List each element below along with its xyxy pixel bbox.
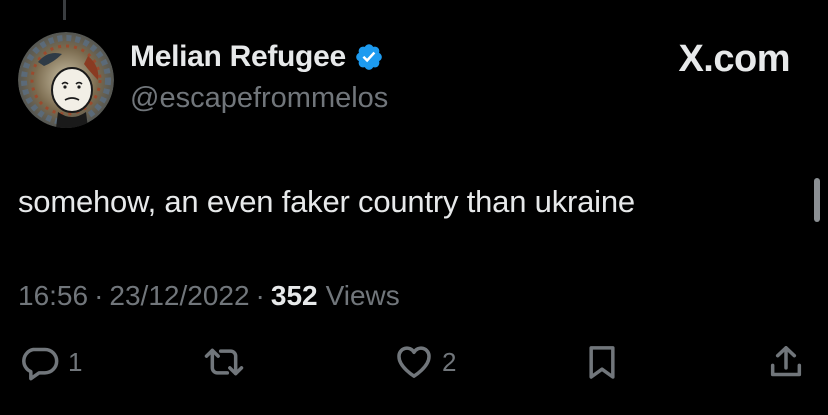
views-label: Views bbox=[325, 280, 400, 311]
views-count: 352 bbox=[270, 280, 318, 311]
bookmark-icon bbox=[582, 342, 622, 382]
share-icon bbox=[766, 342, 806, 382]
tweet-date[interactable]: 23/12/2022 bbox=[109, 280, 249, 312]
thread-connector-line bbox=[63, 0, 66, 20]
tweet-metadata: 16:56 · 23/12/2022 · 352 Views bbox=[18, 280, 400, 312]
meta-separator: · bbox=[255, 280, 265, 311]
bookmark-button[interactable] bbox=[582, 342, 622, 382]
tweet-action-bar: 1 2 bbox=[0, 342, 828, 392]
retweet-button[interactable] bbox=[202, 342, 254, 382]
avatar[interactable] bbox=[18, 32, 114, 128]
site-brand-label: X.com bbox=[678, 38, 790, 80]
reply-count: 1 bbox=[68, 346, 83, 377]
tweet-text: somehow, an even faker country than ukra… bbox=[18, 184, 635, 219]
share-button[interactable] bbox=[766, 342, 806, 382]
verified-badge-icon bbox=[354, 42, 384, 72]
avatar-image bbox=[18, 32, 114, 128]
like-button[interactable]: 2 bbox=[394, 342, 456, 382]
author-name-row: Melian Refugee bbox=[130, 40, 384, 74]
tweet-time[interactable]: 16:56 bbox=[18, 280, 88, 312]
author-display-name[interactable]: Melian Refugee bbox=[130, 40, 346, 74]
reply-button[interactable]: 1 bbox=[20, 342, 82, 382]
like-count: 2 bbox=[442, 346, 457, 377]
retweet-icon bbox=[202, 342, 246, 382]
author-handle[interactable]: @escapefrommelos bbox=[130, 82, 388, 115]
meta-separator: · bbox=[94, 280, 104, 311]
heart-icon bbox=[394, 342, 434, 382]
reply-icon bbox=[20, 342, 60, 382]
scrollbar-thumb[interactable] bbox=[814, 178, 820, 222]
